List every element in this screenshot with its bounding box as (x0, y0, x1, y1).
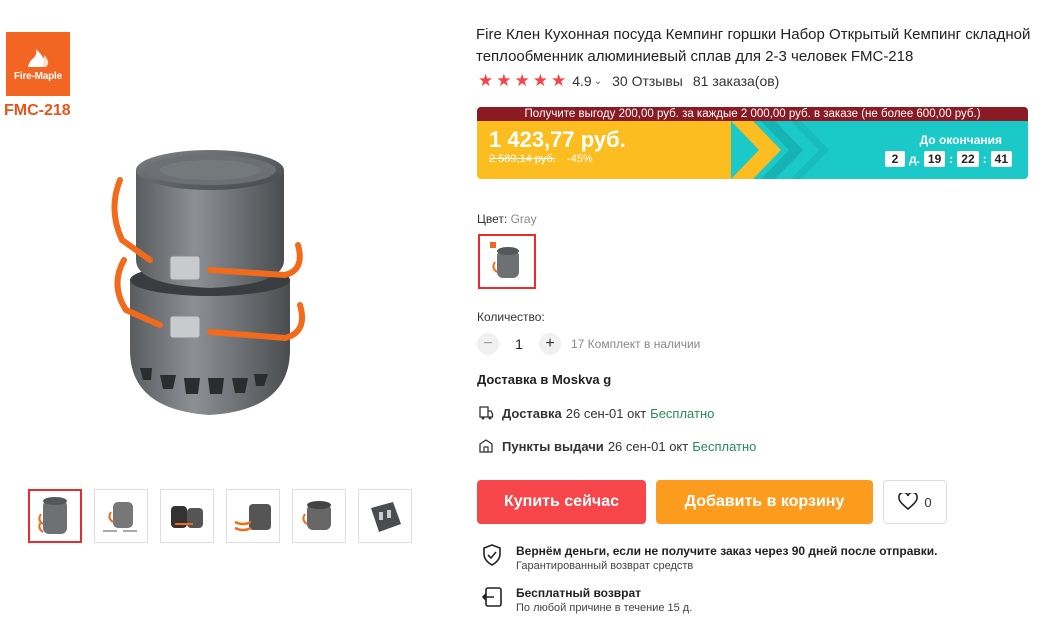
flame-icon (28, 48, 49, 67)
promo-block: Получите выгоду 200,00 руб. за каждые 2 … (477, 107, 1028, 179)
brand-logo: Fire-Maple (6, 32, 70, 96)
star-icon: ★ (532, 71, 548, 90)
free-return: Бесплатный возврат По любой причине в те… (480, 585, 692, 615)
pickup-title: Пункты выдачи (502, 438, 604, 454)
current-price: 1 423,77 руб. (489, 127, 626, 152)
truck-icon (479, 406, 494, 420)
rating-row: ★ ★ ★ ★ ★ 4.9 ⌄ 30 Отзывы 81 заказа(ов) (478, 72, 779, 90)
return-title: Бесплатный возврат (516, 586, 642, 600)
pickup-row: Пункты выдачи 26 сен-01 окт Бесплатно (478, 438, 756, 454)
discount-badge: -45% (566, 153, 593, 165)
delivery-date: 26 сен-01 окт (565, 405, 647, 421)
rating-stars: ★ ★ ★ ★ ★ (478, 72, 566, 90)
delivery-heading[interactable]: Доставка в Moskva g (477, 372, 611, 387)
star-icon: ★ (478, 71, 494, 90)
color-value: Gray (510, 212, 537, 226)
pot-thumbnail-icon (38, 497, 67, 534)
countdown-days: 2 (884, 151, 905, 167)
wishlist-count: 0 (924, 494, 932, 510)
stock-count: 17 Комплект в наличии (571, 337, 701, 351)
main-product-image[interactable] (100, 110, 340, 440)
thumbnail-1[interactable] (28, 489, 82, 543)
quantity-plus-button[interactable]: + (539, 333, 561, 355)
pot-open-thumbnail-icon (171, 506, 203, 528)
countdown-label: До окончания (919, 133, 1002, 147)
quantity-minus-button[interactable]: − (477, 333, 499, 355)
color-label: Цвет: Gray (477, 212, 537, 226)
pot-parts-thumbnail-icon (103, 502, 137, 532)
countdown-days-unit: д. (908, 152, 920, 166)
delivery-title: Доставка (502, 405, 562, 421)
pickup-price: Бесплатно (692, 438, 757, 454)
star-icon: ★ (551, 71, 567, 90)
delivery-row: Доставка 26 сен-01 окт Бесплатно (478, 405, 714, 421)
old-price: 2 589,14 руб. (489, 153, 556, 165)
color-option-gray[interactable] (478, 234, 536, 289)
pickup-icon (479, 439, 493, 453)
thumbnail-strip (28, 489, 412, 543)
countdown-hours: 19 (923, 151, 946, 167)
countdown-timer: 2 д. 19 : 22 : 41 (884, 151, 1012, 167)
money-back-guarantee: Вернём деньги, если не получите заказ че… (480, 543, 938, 573)
add-to-cart-button[interactable]: Добавить в корзину (656, 480, 873, 524)
exchanger-thumbnail-icon (371, 502, 401, 532)
countdown-separator: : (982, 152, 987, 166)
thumbnail-4[interactable] (226, 489, 280, 543)
wishlist-button[interactable]: 0 (883, 480, 947, 524)
product-page: Fire-Maple FMC-218 Fire Клен Кухонная по… (0, 0, 1042, 623)
guarantee-title: Вернём деньги, если не получите заказ че… (516, 544, 938, 558)
product-title: Fire Клен Кухонная посуда Кемпинг горшки… (476, 26, 1031, 65)
brand-model: FMC-218 (4, 102, 71, 119)
reviews-link[interactable]: 30 Отзывы (612, 73, 683, 89)
heart-icon (898, 493, 919, 511)
buy-now-button[interactable]: Купить сейчас (477, 480, 646, 524)
star-icon: ★ (496, 71, 512, 90)
pot-handles-thumbnail-icon (234, 504, 271, 532)
countdown-separator: : (949, 152, 954, 166)
rating-value[interactable]: 4.9 (572, 73, 591, 89)
quantity-stepper: − 1 + 17 Комплект в наличии (477, 333, 700, 355)
guarantee-subtitle: Гарантированный возврат средств (516, 560, 694, 572)
countdown-minutes: 22 (957, 151, 979, 167)
quantity-value[interactable]: 1 (499, 336, 539, 352)
countdown-box: До окончания 2 д. 19 : 22 : 41 (731, 121, 1028, 179)
thumbnail-3[interactable] (160, 489, 214, 543)
pickup-date: 26 сен-01 окт (607, 438, 689, 454)
brand-logo-text: Fire-Maple (13, 70, 62, 82)
thumbnail-2[interactable] (94, 489, 148, 543)
return-icon (481, 587, 502, 607)
decorative-chevrons (731, 121, 829, 179)
chevron-down-icon[interactable]: ⌄ (594, 76, 602, 87)
countdown-seconds: 41 (990, 151, 1012, 167)
star-icon: ★ (514, 71, 530, 90)
thumbnail-5[interactable] (292, 489, 346, 543)
thumbnail-6[interactable] (358, 489, 412, 543)
color-label-text: Цвет: (477, 212, 508, 226)
price-box: 1 423,77 руб. 2 589,14 руб. -45% (477, 121, 731, 179)
pot-swatch-icon (490, 241, 519, 278)
quantity-label: Количество: (477, 310, 545, 324)
orders-count: 81 заказа(ов) (692, 73, 780, 89)
delivery-price: Бесплатно (650, 405, 715, 421)
return-subtitle: По любой причине в течение 15 д. (516, 602, 693, 614)
promo-banner: Получите выгоду 200,00 руб. за каждые 2 … (477, 107, 1028, 121)
pot-side-thumbnail-icon (302, 501, 331, 530)
shield-check-icon (483, 544, 501, 566)
